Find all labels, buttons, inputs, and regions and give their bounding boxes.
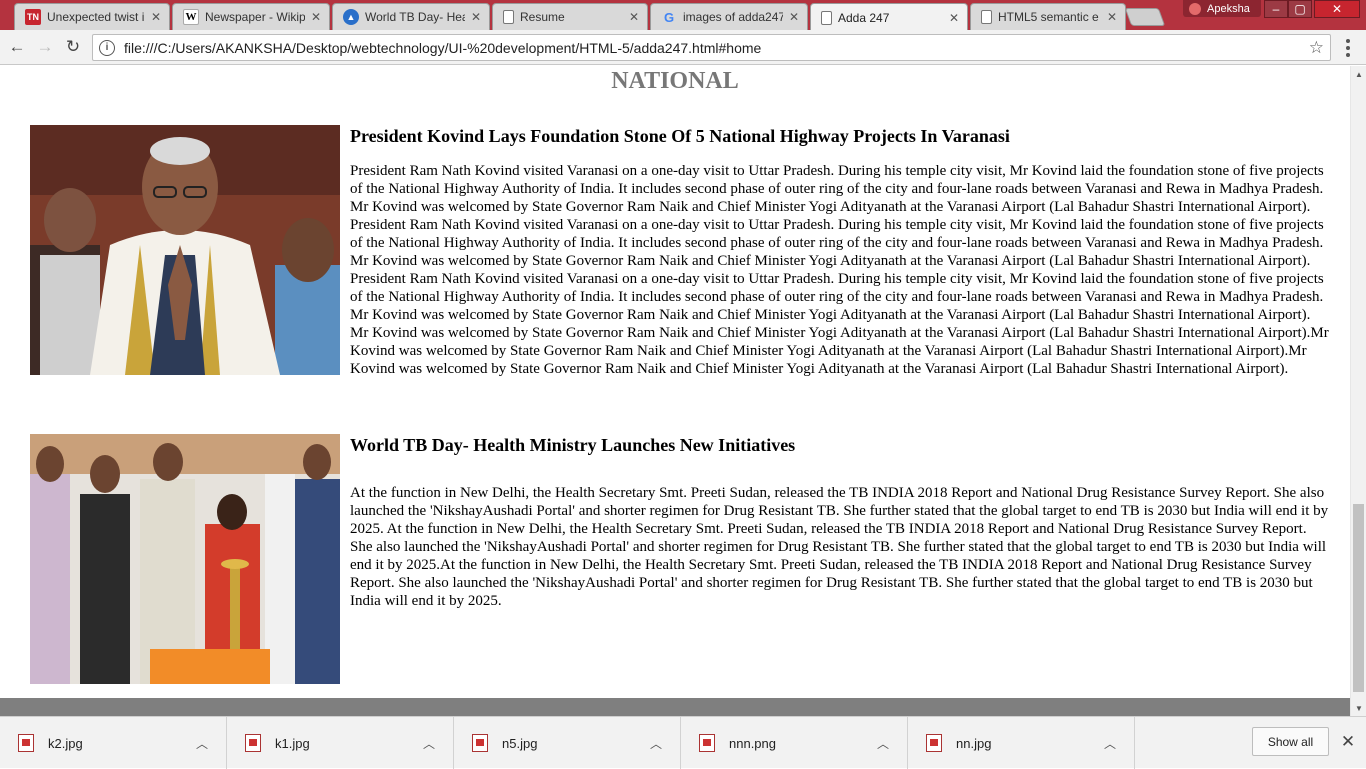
download-filename: nn.jpg <box>956 735 992 751</box>
image-file-icon <box>245 734 261 752</box>
chevron-up-icon[interactable]: ︿ <box>871 735 895 752</box>
close-icon[interactable]: ✕ <box>949 11 959 25</box>
download-filename: k2.jpg <box>48 735 83 751</box>
article-photo-president <box>30 125 340 375</box>
document-icon <box>821 10 832 25</box>
download-item[interactable]: n5.jpg ︿ <box>454 717 681 769</box>
close-icon[interactable]: ✕ <box>471 10 481 24</box>
download-filename: k1.jpg <box>275 735 310 751</box>
user-icon <box>1189 2 1201 15</box>
bookmark-star-icon[interactable]: ☆ <box>1309 38 1324 58</box>
chevron-up-icon[interactable]: ︿ <box>644 735 668 752</box>
page-viewport: NATIONAL President Kovind Lays Foundatio… <box>0 66 1350 698</box>
article-body: At the function in New Delhi, the Health… <box>350 485 1329 609</box>
close-icon[interactable]: ✕ <box>629 10 639 24</box>
url-text[interactable]: file:///C:/Users/AKANKSHA/Desktop/webtec… <box>124 40 1309 56</box>
tab-images-of-adda247[interactable]: G images of adda247 ✕ <box>650 3 808 30</box>
chevron-up-icon[interactable]: ︿ <box>1098 735 1122 752</box>
menu-dots-icon[interactable] <box>1340 38 1356 58</box>
reload-icon[interactable]: ↻ <box>62 36 84 58</box>
image-file-icon <box>699 734 715 752</box>
google-icon: G <box>663 9 675 25</box>
tab-world-tb-day[interactable]: ▲ World TB Day- Hea ✕ <box>332 3 490 30</box>
tab-unexpected-twist[interactable]: TN Unexpected twist in ✕ <box>14 3 170 30</box>
download-item[interactable]: k1.jpg ︿ <box>227 717 454 769</box>
image-file-icon <box>472 734 488 752</box>
article-headline[interactable]: World TB Day- Health Ministry Launches N… <box>350 434 1330 456</box>
download-item[interactable]: nn.jpg ︿ <box>908 717 1135 769</box>
tab-title: Newspaper - Wikip <box>205 10 305 24</box>
page-footer-bar <box>0 698 1350 716</box>
scrollbar-thumb[interactable] <box>1353 504 1364 692</box>
address-bar[interactable]: i file:///C:/Users/AKANKSHA/Desktop/webt… <box>92 34 1331 61</box>
scroll-up-icon[interactable]: ▲ <box>1351 66 1366 82</box>
window-close-button[interactable]: ✕ <box>1314 0 1360 18</box>
new-tab-button[interactable] <box>1124 8 1166 26</box>
document-icon <box>503 10 514 24</box>
scroll-down-icon[interactable]: ▼ <box>1351 700 1366 716</box>
tn-favicon-icon: TN <box>25 9 41 25</box>
news-article: World TB Day- Health Ministry Launches N… <box>30 434 1330 686</box>
info-icon[interactable]: i <box>99 39 115 56</box>
image-file-icon <box>926 734 942 752</box>
article-body: President Ram Nath Kovind visited Varana… <box>350 163 1329 377</box>
tab-html5-semantic[interactable]: HTML5 semantic e ✕ <box>970 3 1126 30</box>
maximize-button[interactable]: ▢ <box>1288 0 1312 18</box>
section-title: NATIONAL <box>611 68 739 94</box>
close-icon[interactable]: ✕ <box>311 10 321 24</box>
forward-arrow-icon[interactable]: → <box>34 36 56 58</box>
close-icon[interactable]: ✕ <box>151 10 161 24</box>
close-icon[interactable]: ✕ <box>1339 731 1357 753</box>
download-filename: nnn.png <box>729 735 776 751</box>
document-icon <box>981 10 992 24</box>
chevron-up-icon[interactable]: ︿ <box>417 735 441 752</box>
tab-title: World TB Day- Hea <box>365 10 465 24</box>
article-photo-tb-day <box>30 434 340 684</box>
vertical-scrollbar[interactable]: ▲ ▼ <box>1350 66 1366 716</box>
downloads-shelf: k2.jpg ︿ k1.jpg ︿ n5.jpg ︿ nnn.png ︿ nn.… <box>0 716 1366 769</box>
news-article: President Kovind Lays Foundation Stone O… <box>30 125 1330 395</box>
close-icon[interactable]: ✕ <box>1107 10 1117 24</box>
tab-adda-247[interactable]: Adda 247 ✕ <box>810 3 968 31</box>
download-item[interactable]: nnn.png ︿ <box>681 717 908 769</box>
show-all-button[interactable]: Show all <box>1252 727 1329 756</box>
tab-title: Resume <box>520 10 565 24</box>
close-icon[interactable]: ✕ <box>789 10 799 24</box>
article-headline[interactable]: President Kovind Lays Foundation Stone O… <box>350 125 1330 147</box>
tab-strip: TN Unexpected twist in ✕ W Newspaper - W… <box>0 0 1366 31</box>
tb-favicon-icon: ▲ <box>343 9 359 25</box>
download-filename: n5.jpg <box>502 735 538 751</box>
tab-newspaper-wikipedia[interactable]: W Newspaper - Wikip ✕ <box>172 3 330 30</box>
profile-button[interactable]: Apeksha <box>1183 0 1261 17</box>
tab-resume[interactable]: Resume ✕ <box>492 3 648 30</box>
minimize-button[interactable]: – <box>1264 0 1288 18</box>
download-item[interactable]: k2.jpg ︿ <box>0 717 227 769</box>
tab-title: Adda 247 <box>838 10 890 25</box>
tab-title: Unexpected twist in <box>47 10 145 24</box>
tab-title: images of adda247 <box>683 10 783 24</box>
profile-name: Apeksha <box>1207 2 1250 15</box>
tab-title: HTML5 semantic e <box>998 10 1099 24</box>
back-arrow-icon[interactable]: ← <box>6 36 28 58</box>
image-file-icon <box>18 734 34 752</box>
chevron-up-icon[interactable]: ︿ <box>190 735 214 752</box>
browser-toolbar: ← → ↻ i file:///C:/Users/AKANKSHA/Deskto… <box>0 30 1366 65</box>
wikipedia-favicon-icon: W <box>183 9 199 25</box>
